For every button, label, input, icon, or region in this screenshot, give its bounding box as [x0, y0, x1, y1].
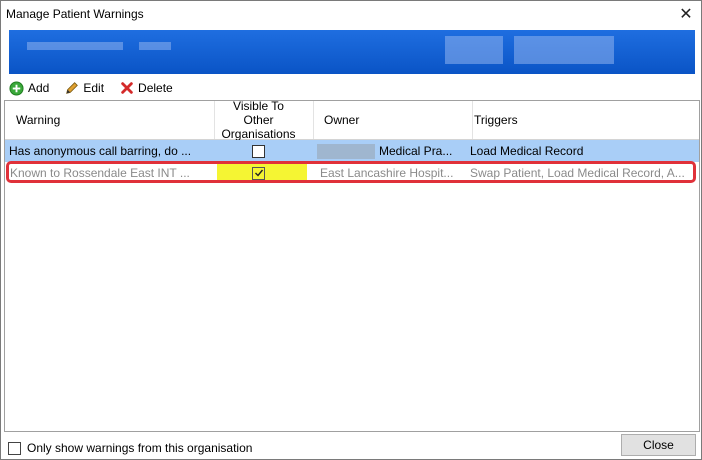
pencil-icon — [65, 81, 79, 95]
callout-border — [6, 161, 696, 183]
column-header-owner[interactable]: Owner — [314, 101, 473, 139]
edit-label: Edit — [83, 81, 105, 95]
column-header-triggers[interactable]: Triggers — [463, 101, 701, 139]
warnings-grid: Warning Visible To Other Organisations O… — [4, 99, 701, 432]
column-header-warning[interactable]: Warning — [5, 101, 215, 139]
delete-label: Delete — [138, 81, 173, 95]
close-icon[interactable]: ✕ — [671, 1, 701, 27]
redacted-owner-block — [317, 143, 375, 159]
title-bar: Manage Patient Warnings ✕ — [1, 1, 701, 27]
table-row[interactable]: Has anonymous call barring, do ... Medic… — [5, 140, 699, 162]
patient-banner — [9, 30, 695, 74]
visible-cell — [204, 140, 313, 162]
warning-cell: Has anonymous call barring, do ... — [9, 144, 192, 158]
add-button[interactable]: Add — [9, 80, 50, 96]
close-button[interactable]: Close — [621, 434, 696, 456]
visible-checkbox[interactable] — [252, 144, 265, 158]
column-header-visible[interactable]: Visible To Other Organisations — [204, 99, 314, 141]
grid-header: Warning Visible To Other Organisations O… — [5, 99, 701, 141]
only-show-option[interactable]: Only show warnings from this organisatio… — [8, 441, 252, 455]
only-show-checkbox[interactable] — [8, 441, 21, 455]
owner-cell: Medical Pra... — [317, 140, 462, 162]
add-icon — [9, 80, 24, 96]
delete-button[interactable]: Delete — [120, 81, 173, 95]
add-label: Add — [28, 81, 50, 95]
manage-warnings-dialog: Manage Patient Warnings ✕ Add Edit Delet… — [0, 0, 702, 460]
only-show-label: Only show warnings from this organisatio… — [27, 441, 253, 455]
toolbar: Add Edit Delete — [9, 79, 189, 97]
window-title: Manage Patient Warnings — [6, 7, 144, 21]
delete-x-icon — [120, 81, 134, 95]
edit-button[interactable]: Edit — [65, 81, 104, 95]
triggers-cell: Load Medical Record — [470, 144, 584, 158]
